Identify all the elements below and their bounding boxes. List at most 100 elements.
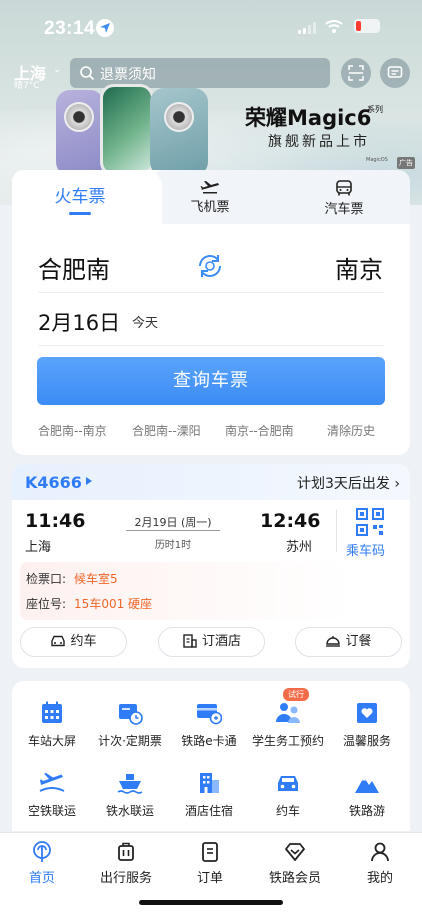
seat-info: 座位号: 15车001 硬座 [26, 597, 153, 611]
scan-icon [348, 65, 364, 81]
cellular-signal-icon [298, 22, 318, 34]
history-item[interactable]: 合肥南--南京 [38, 422, 107, 439]
qr-code-icon[interactable] [356, 508, 384, 536]
nav-orders[interactable]: 订单 [168, 841, 252, 886]
service-rail-water[interactable]: 铁水联运 [90, 771, 170, 819]
search-bar[interactable]: 退票须知 [70, 58, 330, 88]
departure-date[interactable]: 2月16日 [38, 307, 120, 337]
tab-flight[interactable]: 飞机票 [180, 180, 240, 215]
service-air-rail[interactable]: 空铁联运 [12, 771, 92, 819]
hotel-icon [183, 634, 197, 648]
air-rail-icon [39, 773, 65, 792]
suitcase-icon [118, 842, 134, 861]
tab-train[interactable]: 火车票 [40, 182, 120, 215]
tab-bus-label: 汽车票 [324, 202, 364, 217]
query-tickets-button[interactable]: 查询车票 [37, 357, 385, 405]
history-item[interactable]: 合肥南--溧阳 [132, 422, 201, 439]
message-icon [387, 66, 403, 78]
meal-cloche-icon [326, 636, 341, 647]
people-group-icon [276, 703, 300, 723]
swap-stations-icon[interactable] [195, 251, 225, 281]
boarding-code-label[interactable]: 乘车码 [346, 540, 385, 559]
ad-phone-image[interactable] [56, 90, 104, 176]
ad-phone-image[interactable] [150, 88, 208, 176]
clear-history-button[interactable]: 清除历史 [327, 422, 375, 439]
tab-train-label: 火车票 [54, 187, 106, 207]
status-bar: 23:14 [0, 0, 422, 54]
location-arrow-icon [96, 19, 114, 37]
car-icon [51, 635, 66, 647]
city-dropdown-icon[interactable]: ⌄ [53, 64, 61, 75]
wifi-icon [325, 20, 343, 33]
status-time: 23:14 [44, 18, 96, 39]
service-book-car[interactable]: 约车 [248, 771, 328, 819]
bus-icon [336, 180, 352, 196]
diamond-icon [285, 843, 305, 861]
trip-arrow-line [126, 530, 220, 531]
divider [38, 292, 384, 293]
service-warm-care[interactable]: 温馨服务 [327, 701, 407, 749]
user-icon [371, 842, 389, 862]
building-icon [200, 773, 219, 793]
ticket-clock-icon [119, 704, 143, 725]
ad-phone-image[interactable] [100, 84, 154, 176]
mountain-icon [355, 777, 379, 793]
trip-duration: 历时1时 [154, 540, 192, 551]
trip-header: K4666 计划3天后出发 › [12, 464, 410, 500]
scan-button[interactable] [341, 58, 371, 88]
date-hint: 今天 [132, 316, 159, 331]
ship-icon [117, 774, 143, 794]
to-station[interactable]: 南京 [335, 250, 383, 285]
rail-card-icon [197, 704, 222, 725]
nav-profile[interactable]: 我的 [338, 841, 422, 886]
gate-info: 检票口: 候车室5 [26, 572, 118, 586]
service-station-screen[interactable]: 车站大屏 [12, 701, 92, 749]
ad-subtitle[interactable]: 旗舰新品上市 [268, 131, 370, 151]
nav-home[interactable]: 首页 [0, 841, 84, 886]
tab-flight-label: 飞机票 [190, 200, 230, 215]
service-hotel[interactable]: 酒店住宿 [169, 771, 249, 819]
ticket-info-box: 检票口: 候车室5 座位号: 15车001 硬座 [20, 562, 350, 620]
order-meal-button[interactable]: 订餐 [295, 627, 402, 657]
nav-rail-membership[interactable]: 铁路会员 [253, 841, 337, 886]
station-screen-icon [42, 701, 62, 723]
home-rail-icon [33, 841, 51, 862]
play-arrow-icon [86, 477, 92, 485]
arrive-time: 12:46 [260, 510, 321, 532]
departure-plan[interactable]: 计划3天后出发 › [297, 473, 400, 493]
battery-icon [354, 19, 380, 33]
service-rail-tour[interactable]: 铁路游 [327, 771, 407, 819]
seat-value: 15车001 硬座 [74, 597, 153, 611]
book-car-button[interactable]: 约车 [20, 627, 127, 657]
message-button[interactable] [380, 58, 410, 88]
train-number[interactable]: K4666 [25, 473, 82, 492]
service-periodic-ticket[interactable]: 计次·定期票 [90, 701, 170, 749]
heart-box-icon [357, 703, 377, 723]
depart-station: 上海 [25, 540, 52, 555]
arrive-station: 苏州 [286, 540, 313, 555]
tab-bus[interactable]: 汽车票 [314, 180, 374, 217]
airplane-icon [200, 181, 219, 194]
search-icon [80, 66, 95, 81]
book-hotel-button[interactable]: 订酒店 [158, 627, 265, 657]
service-student-worker-booking[interactable]: 学生务工预约 [248, 701, 328, 749]
weather-text: 晴7°C [14, 81, 40, 91]
tab-active-underline [69, 212, 91, 215]
ad-series: 系列 [367, 105, 383, 114]
depart-time: 11:46 [25, 510, 86, 532]
trial-badge: 试行 [283, 688, 309, 701]
service-rail-ecard[interactable]: 铁路e卡通 [169, 701, 249, 749]
divider [336, 510, 337, 552]
ad-tag: 广告 [397, 157, 415, 169]
ad-title[interactable]: 荣耀Magic6 [245, 102, 371, 132]
search-placeholder: 退票须知 [100, 67, 156, 83]
history-item[interactable]: 南京--合肥南 [225, 422, 294, 439]
upcoming-trip-card[interactable]: K4666 计划3天后出发 › 11:46 上海 2月19日 (周一) 历时1时… [12, 464, 410, 668]
car-front-icon [278, 776, 298, 791]
nav-travel-services[interactable]: 出行服务 [84, 841, 168, 886]
from-station[interactable]: 合肥南 [38, 250, 110, 285]
ticket-tabs: 火车票 飞机票 汽车票 [12, 170, 410, 224]
home-indicator [139, 900, 283, 905]
divider [38, 345, 384, 346]
trip-date: 2月19日 (周一) [134, 516, 212, 529]
